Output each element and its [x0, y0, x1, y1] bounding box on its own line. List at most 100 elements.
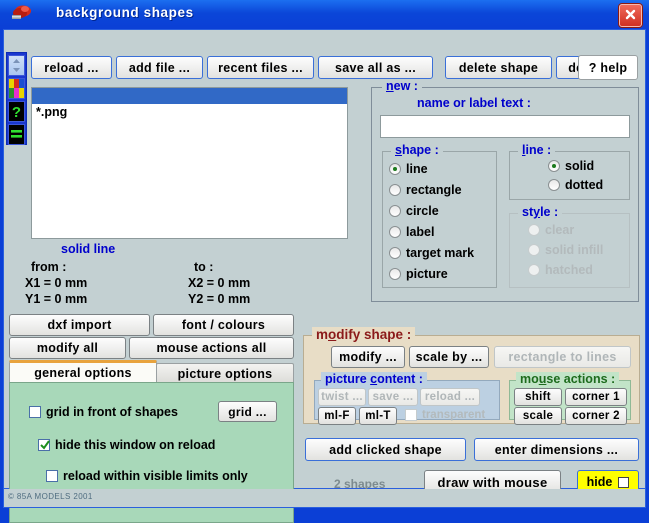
scale-button[interactable]: scale	[514, 407, 562, 425]
grid-button[interactable]: grid ...	[218, 401, 277, 422]
menu-icon[interactable]	[8, 124, 25, 145]
listbox-selected-row[interactable]	[32, 88, 347, 104]
list-item[interactable]: *.png	[32, 104, 347, 120]
new-panel-title-rest: ew :	[393, 79, 418, 93]
checkbox-reload-visible-only[interactable]: reload within visible limits only	[46, 469, 248, 483]
checkbox-transparent: transparent	[405, 409, 485, 421]
recent-files-button[interactable]: recent files ...	[207, 56, 314, 79]
twist-button: twist ...	[318, 388, 366, 406]
style-group: style : clear solid infill hatched	[509, 205, 630, 288]
reload-button[interactable]: reload ...	[31, 56, 112, 79]
radio-label-solid-infill: solid infill	[545, 243, 604, 257]
palette-icon[interactable]	[8, 78, 25, 99]
checkbox-box-reload-visible-only	[46, 470, 58, 482]
radio-label-line: line	[406, 162, 428, 176]
enter-dimensions-button[interactable]: enter dimensions ...	[474, 438, 639, 461]
radio-label-label: label	[406, 225, 435, 239]
ml-f-button[interactable]: ml-F	[318, 407, 356, 425]
radio-dot-line	[389, 163, 401, 175]
client-area: ? reload ... add file ... recent files .…	[3, 29, 646, 523]
radio-dot-dotted	[548, 179, 560, 191]
tab-picture-options[interactable]: picture options	[156, 363, 294, 383]
shape-group-title: shape :	[391, 143, 443, 157]
window-title: background shapes	[56, 5, 194, 20]
radio-style-clear: clear	[528, 223, 574, 237]
y2-value: Y2 = 0 mm	[188, 292, 251, 306]
ml-t-button[interactable]: ml-T	[359, 407, 397, 425]
new-panel: new : name or label text : shape : line …	[371, 79, 639, 302]
radio-dot-clear	[528, 224, 540, 236]
radio-label-rectangle: rectangle	[406, 183, 462, 197]
help-icon[interactable]: ?	[8, 101, 25, 122]
checkbox-box-grid-in-front	[29, 406, 41, 418]
checkbox-hide-on-reload[interactable]: hide this window on reload	[38, 438, 215, 452]
from-label: from :	[31, 260, 67, 274]
radio-dot-solid-infill	[528, 244, 540, 256]
mouse-actions-title: mouse actions :	[516, 372, 620, 386]
name-or-label-text-label: name or label text :	[417, 96, 531, 110]
radio-style-solid-infill: solid infill	[528, 243, 603, 257]
mouse-actions-all-button[interactable]: mouse actions all	[129, 337, 294, 359]
modify-button[interactable]: modify ...	[331, 346, 405, 368]
radio-dot-hatched	[528, 264, 540, 276]
shift-button[interactable]: shift	[514, 388, 562, 406]
font-colours-button[interactable]: font / colours	[153, 314, 294, 336]
checkbox-box-hide-on-reload	[38, 439, 50, 451]
modify-shape-title: modify shape :	[312, 327, 416, 342]
radio-dot-picture	[389, 268, 401, 280]
close-button[interactable]	[619, 4, 642, 27]
radio-dot-circle	[389, 205, 401, 217]
delete-shape-button[interactable]: delete shape	[445, 56, 552, 79]
checkbox-label-reload-visible-only: reload within visible limits only	[63, 469, 248, 483]
style-group-title: style :	[518, 205, 563, 219]
file-listbox[interactable]: *.png	[31, 87, 348, 239]
hide-checkbox[interactable]	[618, 476, 630, 488]
status-bar: © 85A MODELS 2001	[3, 489, 646, 508]
add-file-button[interactable]: add file ...	[116, 56, 203, 79]
modify-all-button[interactable]: modify all	[9, 337, 126, 359]
checkbox-label-grid-in-front: grid in front of shapes	[46, 405, 178, 419]
radio-shape-line[interactable]: line	[389, 162, 428, 176]
name-input-wrapper[interactable]	[380, 115, 630, 138]
checkbox-grid-in-front[interactable]: grid in front of shapes	[29, 405, 178, 419]
app-icon	[11, 4, 33, 25]
mouse-actions-group: mouse actions : shift corner 1 scale cor…	[509, 372, 631, 425]
radio-shape-rectangle[interactable]: rectangle	[389, 183, 462, 197]
corner2-button[interactable]: corner 2	[565, 407, 627, 425]
picture-content-group: picture content : twist ... save ... rel…	[314, 372, 500, 425]
dxf-import-button[interactable]: dxf import	[9, 314, 150, 336]
radio-shape-picture[interactable]: picture	[389, 267, 448, 281]
radio-label-picture: picture	[406, 267, 448, 281]
scale-by-button[interactable]: scale by ...	[409, 346, 489, 368]
radio-label-solid: solid	[565, 159, 595, 173]
x2-value: X2 = 0 mm	[188, 276, 251, 290]
help-button[interactable]: ? help	[578, 55, 638, 80]
radio-label-hatched: hatched	[545, 263, 593, 277]
x1-value: X1 = 0 mm	[25, 276, 88, 290]
line-group-title: line :	[518, 143, 556, 157]
picture-content-title: picture content :	[321, 372, 427, 386]
radio-line-solid[interactable]: solid	[548, 159, 594, 173]
radio-shape-circle[interactable]: circle	[389, 204, 439, 218]
line-group: line : solid dotted	[509, 143, 630, 200]
hide-button-label: hide	[586, 475, 613, 489]
add-clicked-shape-button[interactable]: add clicked shape	[305, 438, 466, 461]
shape-group: shape : line rectangle circle label targ…	[382, 143, 497, 288]
rectangle-to-lines-button: rectangle to lines	[494, 346, 631, 368]
svg-text:?: ?	[12, 104, 21, 121]
checkbox-label-transparent: transparent	[422, 409, 486, 421]
name-input[interactable]	[381, 116, 629, 137]
side-icon-strip: ?	[6, 52, 27, 145]
corner1-button[interactable]: corner 1	[565, 388, 627, 406]
reload-picture-button: reload ...	[420, 388, 480, 406]
radio-shape-target-mark[interactable]: target mark	[389, 246, 474, 260]
radio-dot-rectangle	[389, 184, 401, 196]
save-all-as-button[interactable]: save all as ...	[318, 56, 433, 79]
scroll-icon[interactable]	[8, 55, 25, 76]
radio-shape-label[interactable]: label	[389, 225, 435, 239]
tab-general-options[interactable]: general options	[9, 360, 157, 383]
checkbox-box-transparent	[405, 409, 417, 421]
radio-label-clear: clear	[545, 223, 575, 237]
radio-line-dotted[interactable]: dotted	[548, 178, 603, 192]
y1-value: Y1 = 0 mm	[25, 292, 88, 306]
